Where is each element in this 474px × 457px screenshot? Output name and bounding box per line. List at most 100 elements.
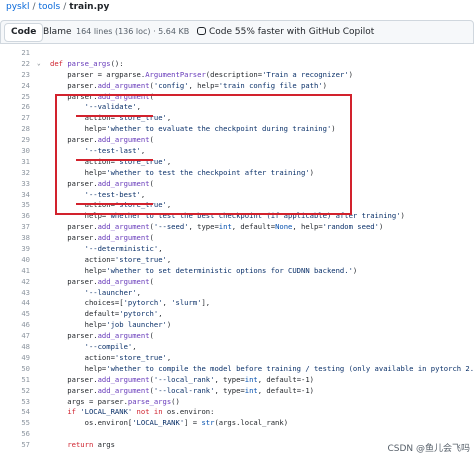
line-number[interactable]: 30 — [0, 146, 30, 157]
code-text: parser = argparse.ArgumentParser(descrip… — [50, 70, 353, 81]
code-token: , — [132, 342, 137, 352]
line-number[interactable]: 57 — [0, 440, 30, 451]
line-number[interactable]: 39 — [0, 244, 30, 255]
line-number[interactable]: 51 — [0, 375, 30, 386]
line-number[interactable]: 31 — [0, 157, 30, 168]
code-token: ) — [322, 80, 327, 90]
code-token: ) — [309, 167, 314, 177]
code-token: return — [67, 440, 98, 450]
line-number[interactable]: 22 — [0, 59, 30, 70]
code-token: '--test-last' — [84, 146, 141, 156]
code-token: add_argument — [97, 80, 150, 90]
line-number[interactable]: 26 — [0, 102, 30, 113]
code-token: , — [140, 146, 146, 156]
line-number[interactable]: 29 — [0, 135, 30, 146]
line-number[interactable]: 41 — [0, 266, 30, 277]
line-number[interactable]: 23 — [0, 70, 30, 81]
code-token: (args.local_rank) — [214, 418, 289, 428]
code-line: 52 parser.add_argument('--local-rank', t… — [0, 386, 474, 397]
line-number[interactable]: 43 — [0, 288, 30, 299]
code-view: 21 22 ⌄ def parse_args(): 23 parser = argpar… — [0, 48, 474, 457]
code-line: 31 action='store_true', — [0, 157, 474, 168]
copilot-banner[interactable]: Code 55% faster with GitHub Copilot — [197, 21, 374, 43]
code-line: 33 parser.add_argument( — [0, 179, 474, 190]
line-number[interactable]: 53 — [0, 397, 30, 408]
fold-chevron-icon[interactable]: ⌄ — [37, 59, 41, 70]
line-number[interactable]: 34 — [0, 190, 30, 201]
code-line: 35 action='store_true', — [0, 200, 474, 211]
line-number[interactable]: 48 — [0, 342, 30, 353]
code-tab[interactable]: Code — [4, 23, 44, 42]
code-token: ) — [348, 69, 353, 79]
code-token: ( — [149, 91, 154, 101]
code-token: 'whether to set deterministic options fo… — [106, 265, 353, 275]
code-line: 51 parser.add_argument('--local_rank', t… — [0, 375, 474, 386]
file-toolbar: Code Blame 164 lines (136 loc) · 5.64 KB… — [0, 20, 474, 44]
code-token: int — [244, 385, 258, 395]
code-token: , type= — [214, 374, 245, 384]
code-token: parser. — [50, 178, 98, 188]
code-token: os.environ: — [166, 407, 215, 417]
code-token: ) — [166, 320, 172, 330]
code-text: '--validate', — [50, 102, 141, 113]
line-number[interactable]: 56 — [0, 429, 30, 440]
code-token: help= — [50, 167, 107, 177]
line-number[interactable]: 36 — [0, 211, 30, 222]
line-number[interactable]: 38 — [0, 233, 30, 244]
line-number[interactable]: 24 — [0, 81, 30, 92]
code-line: 25 parser.add_argument( — [0, 92, 474, 103]
line-number[interactable]: 54 — [0, 407, 30, 418]
code-token: ) — [400, 211, 405, 221]
code-token: 'LOCAL_RANK' — [132, 418, 185, 428]
code-line: 44 choices=['pytorch', 'slurm'], — [0, 298, 474, 309]
line-number[interactable]: 37 — [0, 222, 30, 233]
code-token: parser. — [50, 222, 98, 232]
code-text: default='pytorch', — [50, 309, 163, 320]
code-token: None — [275, 222, 293, 232]
code-token: , help= — [292, 222, 323, 232]
line-number[interactable]: 32 — [0, 168, 30, 179]
code-text: parser.add_argument( — [50, 179, 154, 190]
line-number[interactable]: 28 — [0, 124, 30, 135]
code-token: , — [158, 244, 163, 254]
code-token: str — [201, 418, 215, 428]
code-token: ArgumentParser — [145, 69, 206, 79]
line-number[interactable]: 44 — [0, 298, 30, 309]
code-token: parser. — [50, 135, 98, 145]
code-token: help= — [50, 363, 107, 373]
line-number[interactable]: 47 — [0, 331, 30, 342]
line-number[interactable]: 46 — [0, 320, 30, 331]
blame-tab[interactable]: Blame — [43, 21, 72, 43]
breadcrumb-separator: / — [63, 2, 67, 12]
code-line: 54 if 'LOCAL_RANK' not in os.environ: — [0, 407, 474, 418]
code-token: 'config' — [153, 80, 189, 90]
code-line: 53 args = parser.parse_args() — [0, 397, 474, 408]
line-number[interactable]: 25 — [0, 92, 30, 103]
line-number[interactable]: 42 — [0, 277, 30, 288]
line-number[interactable]: 52 — [0, 386, 30, 397]
line-number[interactable]: 35 — [0, 200, 30, 211]
code-token: 'slurm' — [171, 298, 202, 308]
line-number[interactable]: 49 — [0, 353, 30, 364]
breadcrumb-folder-link[interactable]: tools — [39, 2, 61, 12]
code-token: default= — [50, 309, 120, 319]
line-number[interactable]: 50 — [0, 364, 30, 375]
line-number[interactable]: 45 — [0, 309, 30, 320]
code-token: , — [136, 102, 141, 112]
line-number[interactable]: 55 — [0, 418, 30, 429]
code-text: '--launcher', — [50, 288, 141, 299]
code-token: def — [50, 58, 68, 68]
code-text: parser.add_argument( — [50, 92, 154, 103]
code-text: help='whether to test the checkpoint aft… — [50, 168, 314, 179]
code-token: add_argument — [97, 135, 150, 145]
breadcrumb-repo-link[interactable]: pyskl — [6, 2, 29, 12]
line-number[interactable]: 27 — [0, 113, 30, 124]
code-token: 'random seed' — [322, 222, 379, 232]
line-number[interactable]: 40 — [0, 255, 30, 266]
line-number[interactable]: 33 — [0, 179, 30, 190]
line-number[interactable]: 21 — [0, 48, 30, 59]
code-token: parser. — [50, 91, 98, 101]
